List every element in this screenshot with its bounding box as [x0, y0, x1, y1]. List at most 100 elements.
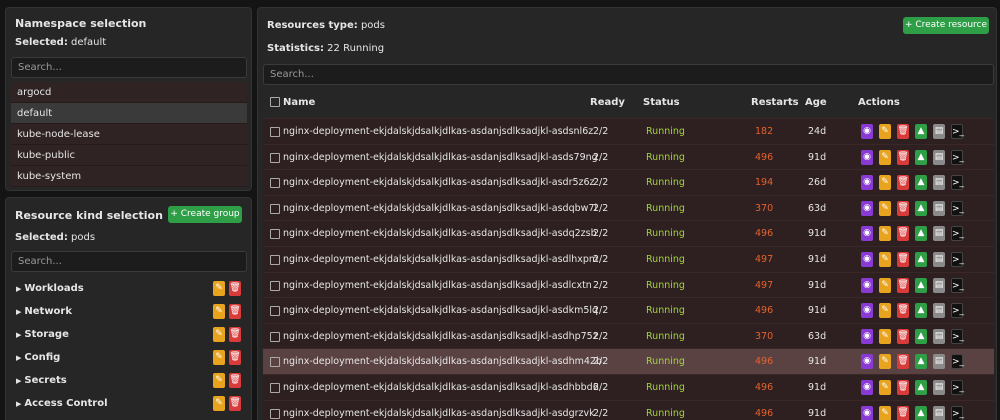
row-checkbox[interactable] [270, 178, 280, 189]
document-icon[interactable]: ▤ [933, 226, 945, 242]
table-row[interactable]: nginx-deployment-ekjdalskjdsalkjdlkas-as… [263, 220, 994, 247]
eye-icon[interactable]: ◉ [861, 124, 873, 139]
eye-icon[interactable]: ◉ [861, 405, 873, 420]
row-checkbox[interactable] [270, 127, 280, 137]
edit-group-icon[interactable]: ✎ [213, 281, 225, 296]
document-icon[interactable]: ▤ [933, 303, 945, 319]
pencil-icon[interactable]: ✎ [879, 380, 891, 395]
triangle-up-icon[interactable]: ▲ [915, 252, 927, 267]
table-row[interactable]: nginx-deployment-ekjdalskjdsalkjdlkas-as… [263, 169, 994, 196]
document-icon[interactable]: ▤ [933, 328, 945, 344]
table-row[interactable]: nginx-deployment-ekjdalskjdsalkjdlkas-as… [263, 143, 994, 170]
triangle-up-icon[interactable]: ▲ [915, 380, 927, 395]
column-header-name[interactable]: Name [283, 97, 315, 108]
table-row[interactable]: nginx-deployment-ekjdalskjdsalkjdlkas-as… [263, 271, 994, 299]
table-row[interactable]: nginx-deployment-ekjdalskjdsalkjdlkas-as… [263, 118, 994, 144]
delete-group-icon[interactable]: 🗑 [229, 350, 241, 365]
document-icon[interactable]: ▤ [933, 124, 945, 139]
table-row[interactable]: nginx-deployment-ekjdalskjdsalkjdlkas-as… [263, 374, 994, 400]
pod-name[interactable]: nginx-deployment-ekjdalskjdsalkjdlkas-as… [283, 324, 598, 350]
trash-icon[interactable]: 🗑 [897, 328, 909, 344]
column-header-age[interactable]: Age [805, 97, 827, 108]
pencil-icon[interactable]: ✎ [879, 200, 891, 216]
triangle-up-icon[interactable]: ▲ [915, 175, 927, 191]
pencil-icon[interactable]: ✎ [879, 277, 891, 293]
eye-icon[interactable]: ◉ [861, 277, 873, 293]
row-checkbox[interactable] [270, 203, 280, 214]
row-checkbox[interactable] [270, 152, 280, 163]
pod-name[interactable]: nginx-deployment-ekjdalskjdsalkjdlkas-as… [283, 170, 595, 196]
trash-icon[interactable]: 🗑 [897, 175, 909, 191]
trash-icon[interactable]: 🗑 [897, 200, 909, 216]
eye-icon[interactable]: ◉ [861, 149, 873, 165]
terminal-icon[interactable]: >_ [951, 303, 964, 319]
pencil-icon[interactable]: ✎ [879, 328, 891, 344]
delete-group-icon[interactable]: 🗑 [229, 327, 241, 342]
document-icon[interactable]: ▤ [933, 277, 945, 293]
row-checkbox[interactable] [270, 357, 280, 368]
triangle-up-icon[interactable]: ▲ [915, 124, 927, 139]
document-icon[interactable]: ▤ [933, 149, 945, 165]
eye-icon[interactable]: ◉ [861, 328, 873, 344]
row-checkbox[interactable] [270, 229, 280, 240]
column-header-status[interactable]: Status [643, 97, 680, 108]
namespace-item-kube-public[interactable]: kube-public [11, 145, 247, 166]
document-icon[interactable]: ▤ [933, 380, 945, 395]
document-icon[interactable]: ▤ [933, 200, 945, 216]
pencil-icon[interactable]: ✎ [879, 303, 891, 319]
pencil-icon[interactable]: ✎ [879, 405, 891, 420]
pod-name[interactable]: nginx-deployment-ekjdalskjdsalkjdlkas-as… [283, 196, 597, 222]
namespace-item-default[interactable]: default [11, 103, 247, 124]
terminal-icon[interactable]: >_ [951, 380, 964, 395]
row-checkbox[interactable] [270, 408, 280, 419]
edit-group-icon[interactable]: ✎ [213, 304, 225, 319]
table-row[interactable]: nginx-deployment-ekjdalskjdsalkjdlkas-as… [263, 194, 994, 222]
row-checkbox[interactable] [270, 306, 280, 317]
eye-icon[interactable]: ◉ [861, 175, 873, 191]
row-checkbox[interactable] [270, 255, 280, 265]
document-icon[interactable]: ▤ [933, 354, 945, 370]
trash-icon[interactable]: 🗑 [897, 277, 909, 293]
namespace-item-argocd[interactable]: argocd [11, 82, 247, 103]
resources-search-input[interactable]: Search... [263, 64, 994, 85]
triangle-up-icon[interactable]: ▲ [915, 405, 927, 420]
terminal-icon[interactable]: >_ [951, 252, 964, 267]
table-row[interactable]: nginx-deployment-ekjdalskjdsalkjdlkas-as… [263, 399, 994, 420]
pod-name[interactable]: nginx-deployment-ekjdalskjdsalkjdlkas-as… [283, 221, 597, 247]
eye-icon[interactable]: ◉ [861, 200, 873, 216]
table-row[interactable]: nginx-deployment-ekjdalskjdsalkjdlkas-as… [263, 348, 994, 375]
trash-icon[interactable]: 🗑 [897, 226, 909, 242]
trash-icon[interactable]: 🗑 [897, 252, 909, 267]
table-row[interactable]: nginx-deployment-ekjdalskjdsalkjdlkas-as… [263, 297, 994, 324]
triangle-up-icon[interactable]: ▲ [915, 328, 927, 344]
triangle-up-icon[interactable]: ▲ [915, 354, 927, 370]
eye-icon[interactable]: ◉ [861, 354, 873, 370]
terminal-icon[interactable]: >_ [951, 124, 964, 139]
terminal-icon[interactable]: >_ [951, 354, 964, 370]
trash-icon[interactable]: 🗑 [897, 405, 909, 420]
pod-name[interactable]: nginx-deployment-ekjdalskjdsalkjdlkas-as… [283, 247, 598, 273]
pencil-icon[interactable]: ✎ [879, 354, 891, 370]
namespace-search-input[interactable]: Search... [11, 57, 247, 78]
row-checkbox[interactable] [270, 383, 280, 393]
column-header-restarts[interactable]: Restarts [751, 97, 799, 108]
pencil-icon[interactable]: ✎ [879, 124, 891, 139]
pencil-icon[interactable]: ✎ [879, 226, 891, 242]
delete-group-icon[interactable]: 🗑 [229, 304, 241, 319]
document-icon[interactable]: ▤ [933, 405, 945, 420]
terminal-icon[interactable]: >_ [951, 226, 964, 242]
delete-group-icon[interactable]: 🗑 [229, 396, 241, 411]
select-all-checkbox[interactable] [270, 97, 280, 107]
kind-search-input[interactable]: Search... [11, 251, 247, 272]
pod-name[interactable]: nginx-deployment-ekjdalskjdsalkjdlkas-as… [283, 119, 593, 145]
trash-icon[interactable]: 🗑 [897, 303, 909, 319]
create-group-button[interactable]: + Create group [168, 206, 242, 223]
pod-name[interactable]: nginx-deployment-ekjdalskjdsalkjdlkas-as… [283, 401, 595, 420]
pod-name[interactable]: nginx-deployment-ekjdalskjdsalkjdlkas-as… [283, 273, 592, 299]
create-resource-button[interactable]: + Create resource [903, 17, 989, 34]
eye-icon[interactable]: ◉ [861, 226, 873, 242]
trash-icon[interactable]: 🗑 [897, 354, 909, 370]
triangle-up-icon[interactable]: ▲ [915, 149, 927, 165]
terminal-icon[interactable]: >_ [951, 175, 964, 191]
document-icon[interactable]: ▤ [933, 175, 945, 191]
